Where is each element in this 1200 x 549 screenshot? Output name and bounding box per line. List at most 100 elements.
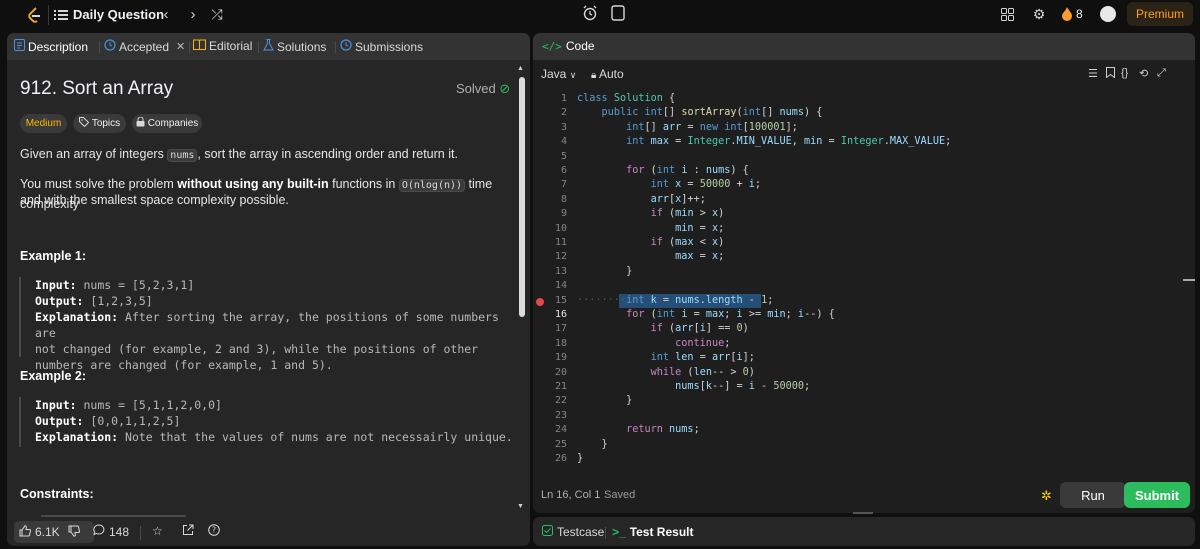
favorite-star-icon[interactable]: ☆ <box>152 524 163 538</box>
breakpoint-dot[interactable] <box>536 297 544 306</box>
braces-icon[interactable]: {} <box>1121 67 1128 79</box>
leetcode-logo-icon[interactable] <box>24 6 44 24</box>
tab-solutions[interactable]: Solutions <box>263 39 326 54</box>
line-number[interactable]: 1 <box>533 93 567 104</box>
code-line[interactable]: int[] arr = new int[100001]; <box>577 122 798 133</box>
line-number[interactable]: 6 <box>533 165 567 176</box>
apps-grid-icon[interactable] <box>1000 6 1014 22</box>
example-1-block: Input: nums = [5,2,3,1] Output: [1,2,3,5… <box>19 277 519 372</box>
line-number[interactable]: 13 <box>533 266 567 277</box>
line-number[interactable]: 26 <box>533 453 567 464</box>
companies-button[interactable]: Companies <box>132 114 202 133</box>
tab-testcase[interactable]: Testcase <box>542 525 604 539</box>
line-number[interactable]: 14 <box>533 280 567 291</box>
tab-test-result[interactable]: >_ Test Result <box>612 525 693 539</box>
line-number[interactable]: 4 <box>533 136 567 147</box>
reset-icon[interactable]: ⟲ <box>1139 67 1148 80</box>
notes-icon[interactable] <box>610 4 626 22</box>
tab-code[interactable]: </> Code <box>542 39 595 53</box>
tab-description[interactable]: Description <box>14 39 88 54</box>
code-line[interactable]: if (min > x) <box>577 208 725 219</box>
settings-gear-icon[interactable]: ⚙ <box>1031 5 1047 23</box>
daily-question-link[interactable]: Daily Question <box>73 7 164 22</box>
avatar[interactable] <box>1100 6 1116 22</box>
line-number[interactable]: 22 <box>533 395 567 406</box>
thumbs-down-icon[interactable] <box>68 525 80 540</box>
line-number[interactable]: 3 <box>533 122 567 133</box>
horizontal-scroll-indicator[interactable] <box>1183 279 1195 281</box>
code-line[interactable]: int len = arr[i]; <box>577 352 755 363</box>
like-button[interactable]: 6.1K <box>14 521 94 543</box>
line-number[interactable]: 18 <box>533 338 567 349</box>
line-number[interactable]: 7 <box>533 179 567 190</box>
input-value: nums = [5,1,1,2,0,0] <box>76 398 222 412</box>
code-line[interactable]: arr[x]++; <box>577 194 706 205</box>
code-line[interactable]: for (int i = max; i >= min; i--) { <box>577 309 835 320</box>
code-line[interactable]: min = x; <box>577 223 724 234</box>
tab-accepted[interactable]: Accepted ✕ <box>104 39 185 54</box>
premium-button[interactable]: Premium <box>1127 2 1193 26</box>
close-icon[interactable]: ✕ <box>176 40 185 53</box>
code-line[interactable]: public int[] sortArray(int[] nums) { <box>577 107 823 118</box>
scroll-down-arrow-icon[interactable]: ▼ <box>517 503 524 510</box>
share-icon[interactable] <box>182 524 194 536</box>
line-number[interactable]: 19 <box>533 352 567 363</box>
code-line[interactable]: if (max < x) <box>577 237 725 248</box>
debugger-icon[interactable]: ✲ <box>1041 488 1052 504</box>
topics-button[interactable]: Topics <box>73 114 126 133</box>
code-line[interactable]: } <box>577 266 632 277</box>
line-number[interactable]: 8 <box>533 194 567 205</box>
bookmark-icon[interactable] <box>1106 67 1115 81</box>
line-number[interactable]: 12 <box>533 251 567 262</box>
code-line[interactable]: ········int k = nums.length - 1; <box>577 295 773 306</box>
code-line[interactable]: for (int i : nums) { <box>577 165 749 176</box>
line-number[interactable]: 2 <box>533 107 567 118</box>
code-line[interactable]: if (arr[i] == 0) <box>577 323 749 334</box>
tab-accepted-label: Accepted <box>119 39 170 54</box>
line-number[interactable]: 11 <box>533 237 567 248</box>
tab-editorial[interactable]: Editorial <box>193 39 252 53</box>
submit-button[interactable]: Submit <box>1124 482 1190 508</box>
code-line[interactable]: nums[k--] = i - 50000; <box>577 381 810 392</box>
format-lines-icon[interactable]: ☰ <box>1088 67 1098 80</box>
language-select[interactable]: Java ∨ <box>541 67 576 81</box>
tab-divider <box>99 41 100 53</box>
resize-handle[interactable] <box>853 512 873 514</box>
expand-icon[interactable]: ⤢ <box>1157 67 1166 80</box>
line-number[interactable]: 21 <box>533 381 567 392</box>
auto-mode-toggle[interactable]: 🔒︎ Auto <box>591 67 624 81</box>
line-number[interactable]: 25 <box>533 439 567 450</box>
code-line[interactable]: int max = Integer.MIN_VALUE, min = Integ… <box>577 136 951 147</box>
alarm-clock-icon[interactable] <box>582 4 598 22</box>
code-line[interactable]: } <box>577 439 608 450</box>
code-line[interactable]: class Solution { <box>577 93 675 104</box>
line-number[interactable]: 9 <box>533 208 567 219</box>
output-value: [1,2,3,5] <box>83 294 153 308</box>
line-number[interactable]: 20 <box>533 367 567 378</box>
tab-submissions[interactable]: Submissions <box>340 39 423 54</box>
problem-list-icon[interactable] <box>53 6 69 24</box>
code-line[interactable]: continue; <box>577 338 730 349</box>
scrollbar-thumb[interactable] <box>519 77 525 317</box>
code-editor[interactable]: 1 class Solution { 2 public int[] sortArra… <box>533 87 1195 465</box>
code-line[interactable]: } <box>577 453 583 464</box>
code-line[interactable]: int x = 50000 + i; <box>577 179 761 190</box>
code-line[interactable]: return nums; <box>577 424 700 435</box>
run-button[interactable]: Run <box>1060 482 1126 508</box>
line-number[interactable]: 10 <box>533 223 567 234</box>
scroll-up-arrow-icon[interactable]: ▲ <box>517 65 524 72</box>
line-number[interactable]: 17 <box>533 323 567 334</box>
shuffle-icon[interactable]: ⤮ <box>208 5 226 23</box>
code-line[interactable]: } <box>577 395 632 406</box>
comments-button[interactable]: 148 <box>93 524 129 539</box>
prev-question-icon[interactable]: ‹ <box>159 5 173 23</box>
line-number[interactable]: 5 <box>533 151 567 162</box>
help-icon[interactable]: ? <box>208 524 220 536</box>
line-number[interactable]: 16 <box>533 309 567 320</box>
next-question-icon[interactable]: › <box>186 5 200 23</box>
problem-title[interactable]: 912. Sort an Array <box>20 78 173 100</box>
code-line[interactable]: while (len-- > 0) <box>577 367 755 378</box>
code-line[interactable]: max = x; <box>577 251 724 262</box>
line-number[interactable]: 23 <box>533 410 567 421</box>
line-number[interactable]: 24 <box>533 424 567 435</box>
